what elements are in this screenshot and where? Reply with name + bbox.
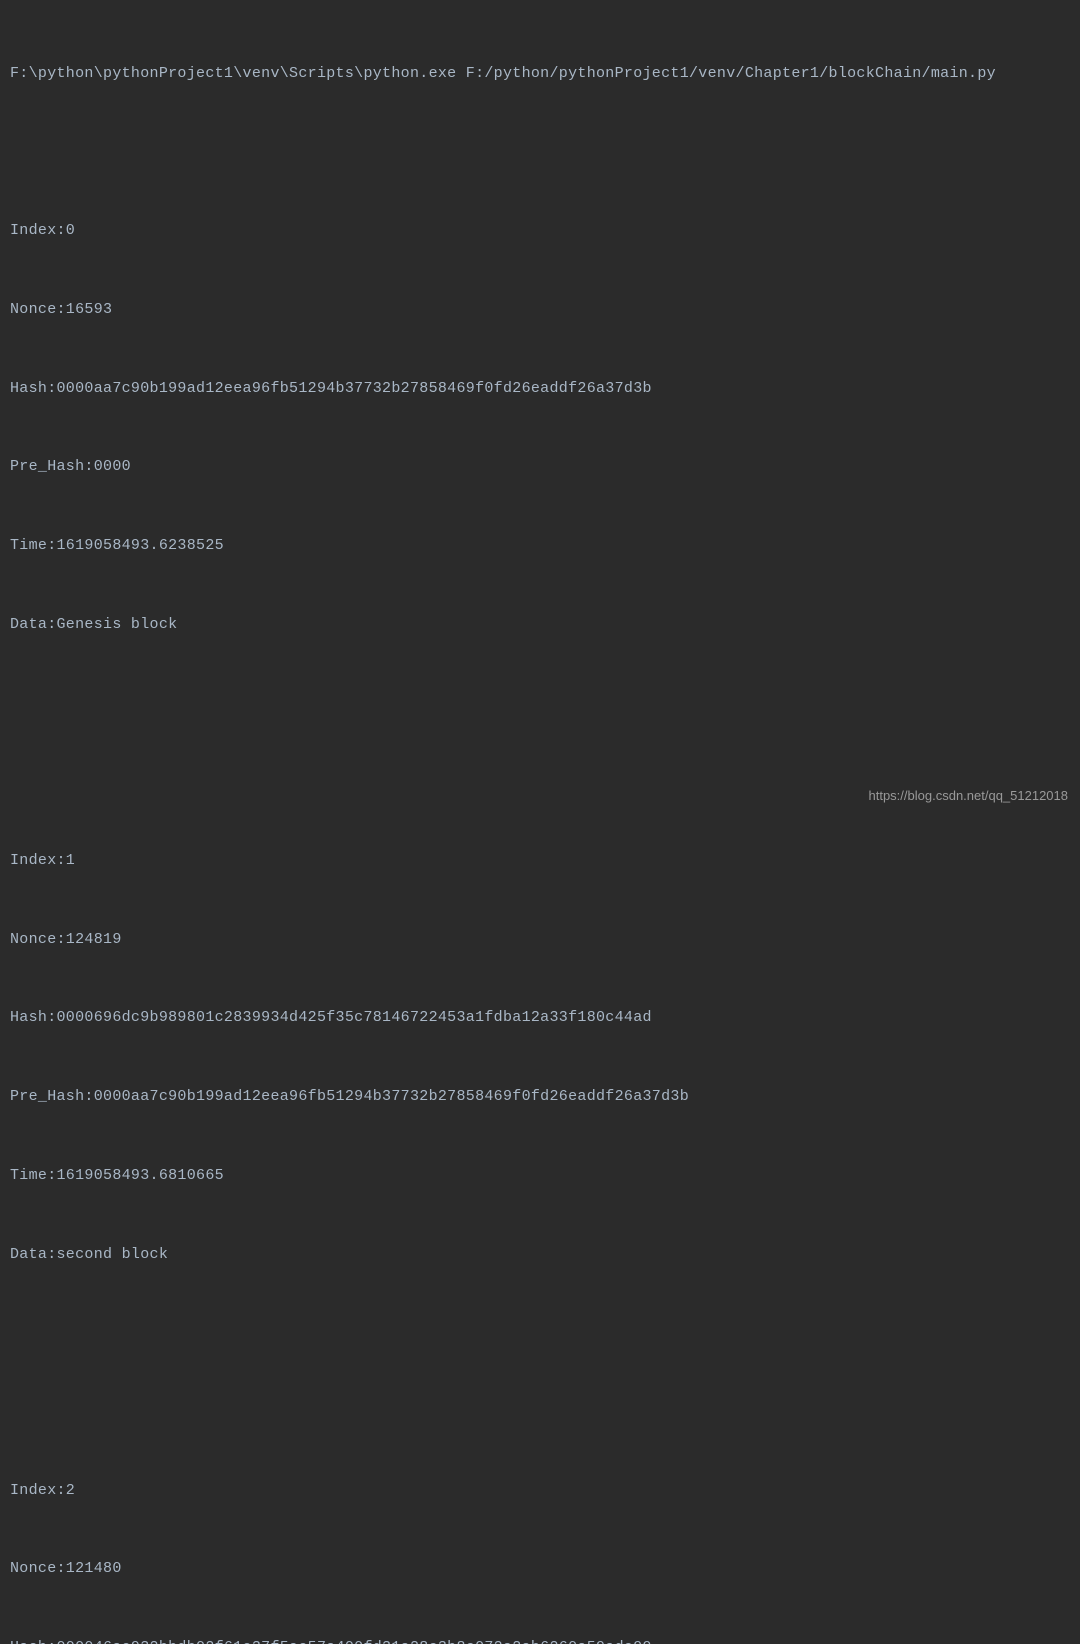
block-hash: Hash:000046ae932bbdb02f61e37f5ac57a400fd… bbox=[10, 1635, 1070, 1644]
block-data: Data:Genesis block bbox=[10, 612, 1070, 638]
block-nonce: Nonce:124819 bbox=[10, 927, 1070, 953]
block-output: Index:1 Nonce:124819 Hash:0000696dc9b989… bbox=[10, 795, 1070, 1320]
block-time: Time:1619058493.6810665 bbox=[10, 1163, 1070, 1189]
block-index: Index:1 bbox=[10, 848, 1070, 874]
console-output: F:\python\pythonProject1\venv\Scripts\py… bbox=[10, 8, 1070, 1644]
block-time: Time:1619058493.6238525 bbox=[10, 533, 1070, 559]
block-nonce: Nonce:16593 bbox=[10, 297, 1070, 323]
block-pre-hash: Pre_Hash:0000aa7c90b199ad12eea96fb51294b… bbox=[10, 1084, 1070, 1110]
block-data: Data:second block bbox=[10, 1242, 1070, 1268]
block-output: Index:2 Nonce:121480 Hash:000046ae932bbd… bbox=[10, 1425, 1070, 1644]
watermark-text: https://blog.csdn.net/qq_51212018 bbox=[869, 785, 1069, 808]
block-output: Index:0 Nonce:16593 Hash:0000aa7c90b199a… bbox=[10, 166, 1070, 691]
command-line: F:\python\pythonProject1\venv\Scripts\py… bbox=[10, 61, 1070, 87]
block-pre-hash: Pre_Hash:0000 bbox=[10, 454, 1070, 480]
block-hash: Hash:0000aa7c90b199ad12eea96fb51294b3773… bbox=[10, 376, 1070, 402]
block-hash: Hash:0000696dc9b989801c2839934d425f35c78… bbox=[10, 1005, 1070, 1031]
block-index: Index:2 bbox=[10, 1478, 1070, 1504]
block-index: Index:0 bbox=[10, 218, 1070, 244]
block-nonce: Nonce:121480 bbox=[10, 1556, 1070, 1582]
